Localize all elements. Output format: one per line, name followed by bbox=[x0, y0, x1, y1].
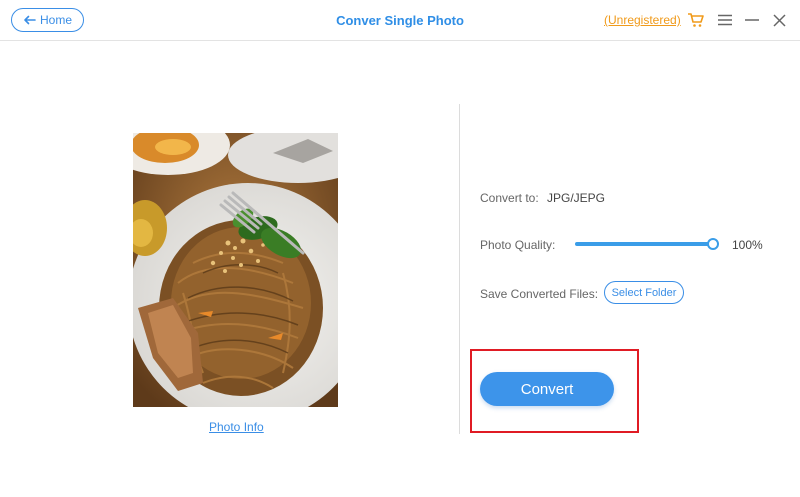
panel-divider bbox=[459, 104, 460, 434]
photo-quality-slider-handle[interactable] bbox=[707, 238, 719, 250]
photo-preview bbox=[133, 133, 338, 407]
cart-icon[interactable] bbox=[686, 10, 706, 30]
food-photo-image bbox=[133, 133, 338, 407]
minimize-icon[interactable] bbox=[742, 10, 762, 30]
photo-info-link[interactable]: Photo Info bbox=[209, 420, 264, 434]
select-folder-button[interactable]: Select Folder bbox=[604, 281, 684, 304]
arrow-left-icon bbox=[24, 15, 36, 25]
photo-quality-label: Photo Quality: bbox=[480, 238, 556, 252]
home-button[interactable]: Home bbox=[11, 8, 84, 32]
convert-to-label: Convert to: bbox=[480, 191, 539, 205]
unregistered-link[interactable]: (Unregistered) bbox=[604, 13, 681, 27]
close-icon[interactable] bbox=[769, 10, 789, 30]
photo-quality-slider[interactable] bbox=[575, 242, 714, 246]
convert-button[interactable]: Convert bbox=[480, 372, 614, 406]
home-label: Home bbox=[39, 13, 72, 27]
select-folder-label: Select Folder bbox=[611, 286, 677, 299]
save-converted-files-label: Save Converted Files: bbox=[480, 287, 599, 301]
menu-icon[interactable] bbox=[715, 10, 735, 30]
convert-label: Convert bbox=[520, 380, 574, 398]
title-bar: Home Conver Single Photo (Unregistered) bbox=[0, 0, 800, 41]
photo-quality-value: 100% bbox=[732, 238, 763, 252]
convert-to-value: JPG/JEPG bbox=[547, 191, 606, 205]
